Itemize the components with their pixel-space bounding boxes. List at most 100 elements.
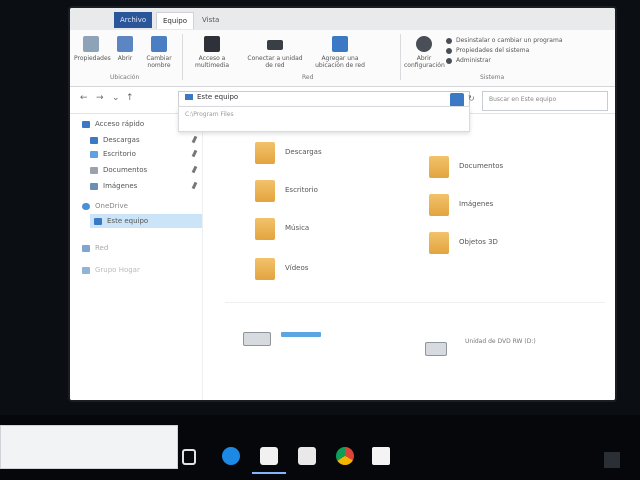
taskbar-search-box[interactable] — [0, 425, 178, 469]
nav-item-escritorio[interactable]: Escritorio — [90, 148, 200, 160]
chrome-icon[interactable] — [336, 447, 354, 465]
section-divider — [225, 302, 605, 303]
group-red: Red — [302, 74, 314, 81]
nav-item-descargas[interactable]: Descargas — [90, 134, 200, 146]
refresh-icon[interactable]: ↻ — [468, 94, 475, 103]
network-location-button[interactable]: Agregar una ubicación de red — [310, 36, 370, 69]
nav-item-label: Documentos — [103, 166, 148, 174]
homegroup-icon — [82, 266, 90, 274]
search-placeholder: Buscar en Este equipo — [489, 96, 557, 103]
mail-icon[interactable] — [372, 447, 390, 465]
nav-item-label: Imágenes — [103, 182, 138, 190]
pin-icon — [191, 165, 198, 174]
nav-item-label: Escritorio — [103, 150, 136, 158]
ribbon-tabs: Archivo Equipo Vista — [70, 8, 615, 31]
system-properties-link[interactable]: Propiedades del sistema — [446, 46, 563, 56]
properties-label: Propiedades — [74, 55, 111, 62]
network-drive-icon — [267, 40, 283, 50]
folder-label: Música — [285, 224, 310, 232]
network-location-label: Agregar una ubicación de red — [315, 55, 365, 69]
nav-item-imagenes[interactable]: Imágenes — [90, 180, 200, 192]
chevron-down-icon[interactable]: ⌄ — [112, 93, 120, 103]
folder-label: Documentos — [459, 162, 504, 170]
folder-icon — [429, 156, 449, 178]
nav-homegroup-label: Grupo Hogar — [95, 266, 140, 274]
nav-network[interactable]: Red — [82, 242, 108, 254]
tab-archivo[interactable]: Archivo — [114, 12, 153, 28]
file-explorer-window: Archivo Equipo Vista Propiedades Abrir C… — [70, 8, 615, 400]
download-icon — [90, 136, 98, 144]
navigation-pane: Acceso rápido Descargas Escritorio Docum… — [70, 114, 203, 400]
forward-arrow-icon[interactable]: → — [96, 93, 104, 103]
properties-button[interactable]: Propiedades — [74, 36, 111, 62]
system-items: Desinstalar o cambiar un programa Propie… — [446, 36, 563, 66]
folder-icon — [255, 180, 275, 202]
up-arrow-icon[interactable]: ↑ — [126, 93, 134, 103]
nav-quick-access-label: Acceso rápido — [95, 120, 145, 128]
folder-icon — [429, 232, 449, 254]
disk-usage-bar — [281, 332, 321, 337]
edge-icon[interactable] — [222, 447, 240, 465]
network-drive-label: Conectar a unidad de red — [247, 55, 303, 69]
nav-onedrive[interactable]: OneDrive — [82, 200, 128, 212]
ribbon-separator — [182, 34, 183, 80]
nav-network-label: Red — [95, 244, 109, 252]
rename-button[interactable]: Cambiar nombre — [142, 36, 176, 69]
image-icon — [90, 182, 98, 190]
folder-label: Imágenes — [459, 200, 494, 208]
settings-button[interactable]: Abrir configuración — [404, 36, 445, 69]
nav-homegroup[interactable]: Grupo Hogar — [82, 264, 140, 276]
active-app-indicator — [252, 472, 286, 474]
media-button[interactable]: Acceso a multimedia — [188, 36, 236, 69]
pin-icon — [191, 135, 198, 144]
dvd-drive-label: Unidad de DVD RW (D:) — [465, 338, 536, 345]
open-button[interactable]: Abrir — [108, 36, 142, 62]
store-icon[interactable] — [298, 447, 316, 465]
folder-label: Objetos 3D — [459, 238, 498, 246]
group-ubicacion: Ubicación — [110, 74, 140, 81]
folder-label: Escritorio — [285, 186, 318, 194]
properties-icon — [83, 36, 99, 52]
manage-link[interactable]: Administrar — [446, 56, 563, 66]
star-icon — [82, 120, 90, 128]
ribbon: Propiedades Abrir Cambiar nombre Ubicaci… — [70, 30, 615, 87]
folder-icon — [255, 218, 275, 240]
rename-label: Cambiar nombre — [146, 55, 172, 69]
network-icon — [82, 244, 90, 252]
ribbon-separator — [400, 34, 401, 80]
settings-icon — [416, 36, 432, 52]
back-arrow-icon[interactable]: ← — [80, 93, 88, 103]
folder-icon — [255, 142, 275, 164]
open-icon — [117, 36, 133, 52]
settings-label: Abrir configuración — [404, 55, 445, 69]
tab-vista[interactable]: Vista — [196, 12, 225, 28]
open-label: Abrir — [117, 55, 133, 62]
dvd-drive-icon[interactable] — [425, 342, 447, 356]
file-explorer-icon[interactable] — [260, 447, 278, 465]
folder-label: Descargas — [285, 148, 322, 156]
address-suggestion[interactable]: C:\Program Files — [185, 111, 234, 118]
content-pane: Descargas Escritorio Música Vídeos Docum… — [203, 114, 615, 400]
notification-icon[interactable] — [604, 452, 620, 468]
address-dropdown-icon[interactable] — [450, 93, 464, 107]
computer-icon — [94, 217, 102, 225]
rename-icon — [151, 36, 167, 52]
cloud-icon — [82, 202, 90, 210]
task-view-icon[interactable] — [182, 449, 196, 465]
tab-equipo[interactable]: Equipo — [156, 12, 194, 29]
network-location-icon — [332, 36, 348, 52]
nav-item-label: Descargas — [103, 136, 140, 144]
nav-quick-access[interactable]: Acceso rápido — [82, 118, 144, 130]
nav-this-pc-row[interactable]: Este equipo — [94, 215, 148, 227]
document-icon — [90, 166, 98, 174]
local-disk-icon[interactable] — [243, 332, 271, 346]
media-icon — [204, 36, 220, 52]
address-suggestion-dropdown: C:\Program Files — [178, 106, 470, 132]
uninstall-link[interactable]: Desinstalar o cambiar un programa — [446, 36, 563, 46]
nav-item-documentos[interactable]: Documentos — [90, 164, 200, 176]
media-label: Acceso a multimedia — [194, 55, 230, 69]
network-drive-button[interactable]: Conectar a unidad de red — [246, 36, 304, 69]
folder-icon — [429, 194, 449, 216]
search-input[interactable]: Buscar en Este equipo — [482, 91, 608, 111]
pin-icon — [191, 181, 198, 190]
